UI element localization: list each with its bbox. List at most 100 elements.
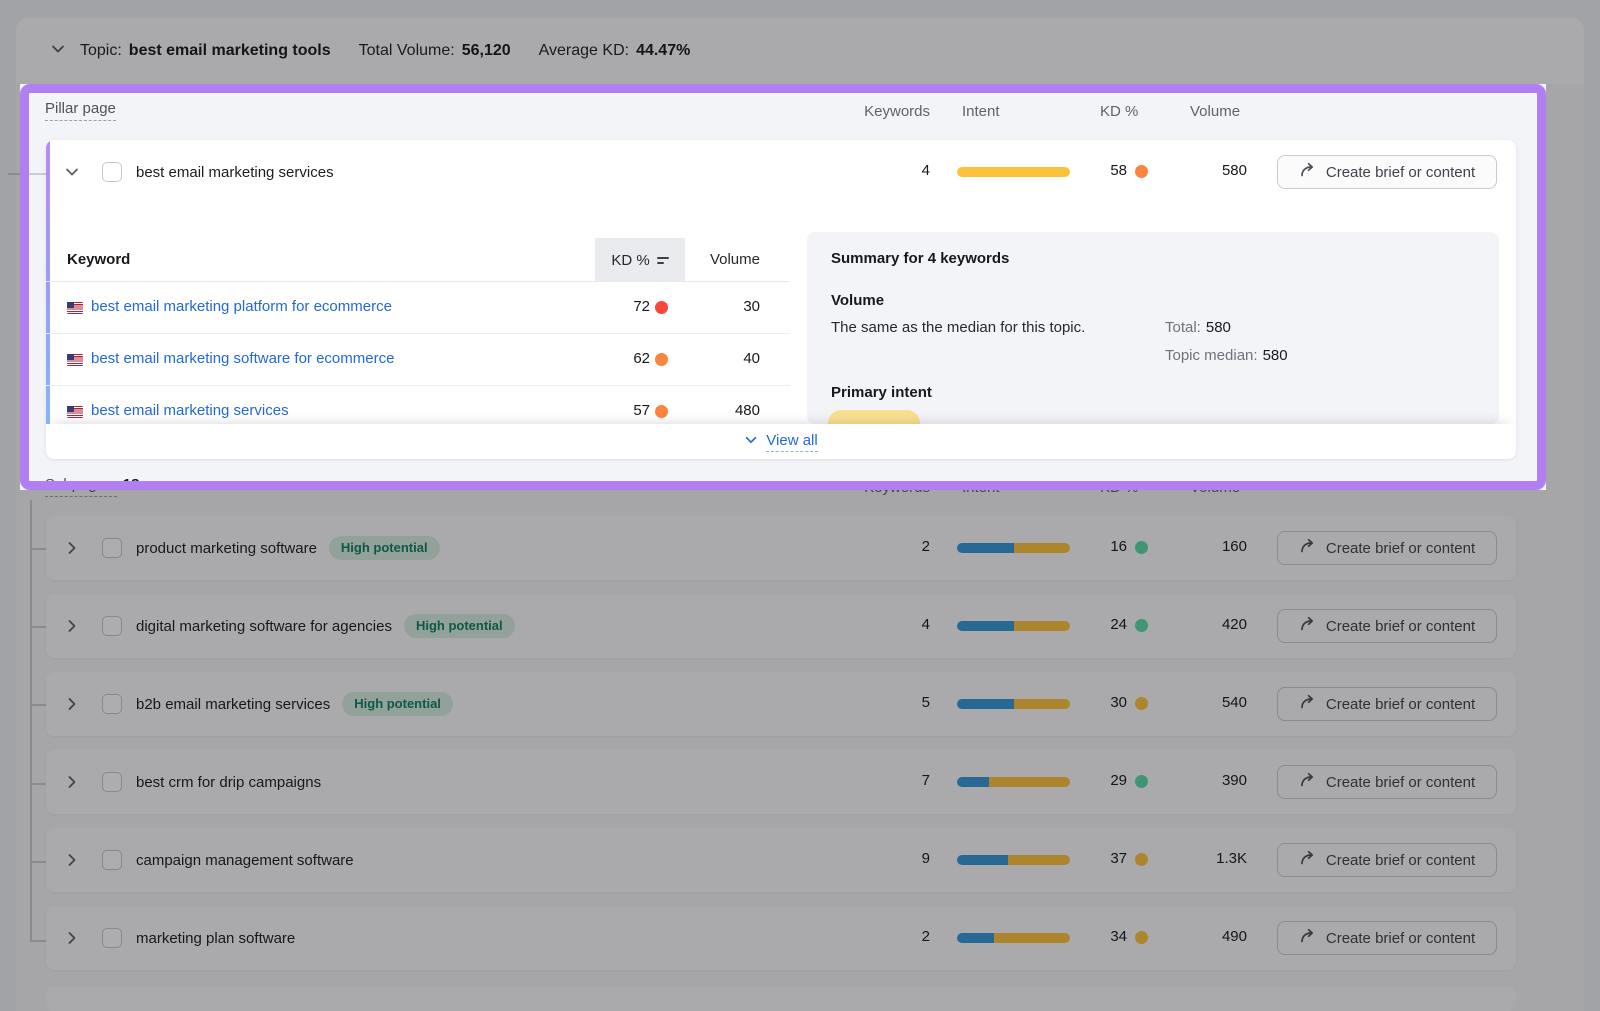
view-all-link[interactable]: View all (766, 432, 817, 452)
kd-difficulty-dot (655, 353, 668, 366)
average-kd-value: 44.47% (636, 42, 690, 60)
create-brief-button[interactable]: Create brief or content (1277, 609, 1497, 643)
kd-value: 34 (1046, 928, 1127, 945)
intent-informational-segment (957, 621, 1014, 631)
column-header-kd: KD % (1100, 103, 1138, 120)
kd-value: 62 (566, 350, 650, 367)
subpage-row: campaign management software High potent… (46, 828, 1516, 892)
subpage-row-title: b2b email marketing services (136, 696, 330, 713)
pillar-row: best email marketing services 4 58 580 C… (46, 140, 1516, 204)
summary-panel: Summary for 4 keywords Volume The same a… (807, 232, 1499, 424)
high-potential-badge: High potential (404, 614, 515, 638)
keyword-row: best email marketing software for ecomme… (46, 334, 790, 386)
row-checkbox[interactable] (102, 162, 122, 182)
summary-volume-heading: Volume (831, 292, 884, 309)
tree-connector (30, 548, 46, 550)
subpage-row: b2b email marketing services High potent… (46, 672, 1516, 736)
chevron-down-icon[interactable] (50, 41, 66, 62)
keywords-count: 5 (846, 694, 930, 711)
row-checkbox[interactable] (102, 850, 122, 870)
tree-connector (30, 940, 46, 942)
tree-connector (8, 173, 46, 175)
row-checkbox[interactable] (102, 616, 122, 636)
chevron-right-icon[interactable] (64, 696, 80, 712)
row-checkbox[interactable] (102, 928, 122, 948)
keywords-count: 2 (846, 928, 930, 945)
kd-value: 16 (1046, 538, 1127, 555)
create-brief-button-label: Create brief or content (1326, 618, 1475, 635)
subpages-label-group: Subpages:18 (45, 476, 139, 493)
volume-value: 30 (680, 298, 760, 315)
column-header-volume: Volume (1190, 103, 1240, 120)
subpages-label[interactable]: Subpages: (45, 476, 117, 497)
column-header-kd-sort[interactable]: KD % (595, 238, 685, 282)
intent-informational-segment (957, 543, 1014, 553)
topic-value: best email marketing tools (129, 42, 331, 60)
create-brief-button[interactable]: Create brief or content (1277, 155, 1497, 189)
pillar-row-title: best email marketing services (136, 164, 334, 181)
forward-arrow-icon (1299, 615, 1317, 637)
create-brief-button[interactable]: Create brief or content (1277, 843, 1497, 877)
volume-value: 40 (680, 350, 760, 367)
summary-intent-heading: Primary intent (831, 384, 932, 401)
column-header-keywords: Keywords (790, 103, 930, 120)
forward-arrow-icon (1299, 693, 1317, 715)
forward-arrow-icon (1299, 771, 1317, 793)
tree-connector (30, 626, 46, 628)
row-checkbox[interactable] (102, 538, 122, 558)
row-checkbox[interactable] (102, 772, 122, 792)
create-brief-button[interactable]: Create brief or content (1277, 531, 1497, 565)
chevron-right-icon[interactable] (64, 540, 80, 556)
create-brief-button[interactable]: Create brief or content (1277, 687, 1497, 721)
chevron-right-icon[interactable] (64, 930, 80, 946)
keyword-link[interactable]: best email marketing services (91, 402, 289, 419)
intent-badge (828, 410, 920, 424)
kd-value: 29 (1046, 772, 1127, 789)
high-potential-badge: High potential (342, 692, 453, 716)
column-header-volume: Volume (700, 251, 760, 268)
high-potential-badge: High potential (329, 536, 440, 560)
kd-value: 30 (1046, 694, 1127, 711)
us-flag-icon (67, 354, 83, 366)
create-brief-button-label: Create brief or content (1326, 930, 1475, 947)
volume-value: 480 (680, 402, 760, 419)
column-header-kd: KD % (1100, 479, 1138, 496)
tree-connector (30, 704, 46, 706)
keyword-table-header: Keyword KD % Volume (46, 238, 790, 282)
topic-header-bar: Topic: best email marketing tools Total … (16, 18, 1584, 84)
average-kd-label: Average KD: (539, 42, 629, 60)
column-header-volume: Volume (1190, 479, 1240, 496)
row-checkbox[interactable] (102, 694, 122, 714)
create-brief-button[interactable]: Create brief or content (1277, 765, 1497, 799)
subpage-row-title: marketing plan software (136, 930, 295, 947)
keyword-row: best email marketing platform for ecomme… (46, 282, 790, 334)
keywords-count: 4 (846, 162, 930, 179)
keyword-link[interactable]: best email marketing platform for ecomme… (91, 298, 392, 315)
create-brief-button-label: Create brief or content (1326, 696, 1475, 713)
volume-value: 490 (1147, 928, 1247, 945)
create-brief-button[interactable]: Create brief or content (1277, 921, 1497, 955)
next-subpage-row-partial (46, 986, 1516, 1011)
tree-connector (30, 500, 32, 940)
chevron-right-icon[interactable] (64, 852, 80, 868)
summary-title: Summary for 4 keywords (831, 250, 1009, 267)
tree-connector (30, 783, 46, 785)
keyword-link[interactable]: best email marketing software for ecomme… (91, 350, 394, 367)
pillar-page-label[interactable]: Pillar page (45, 100, 116, 121)
subpage-row: digital marketing software for agencies … (46, 594, 1516, 658)
intent-informational-segment (957, 699, 1014, 709)
kd-sort-label: KD % (611, 252, 649, 269)
keywords-count: 9 (846, 850, 930, 867)
kd-value: 24 (1046, 616, 1127, 633)
chevron-down-icon[interactable] (64, 164, 80, 180)
chevron-right-icon[interactable] (64, 774, 80, 790)
summary-median-value: 580 (1263, 347, 1288, 364)
volume-value: 160 (1147, 538, 1247, 555)
forward-arrow-icon (1299, 849, 1317, 871)
kd-value: 58 (1046, 162, 1127, 179)
pillar-page-card: best email marketing services 4 58 580 C… (46, 140, 1516, 459)
volume-value: 420 (1147, 616, 1247, 633)
subpage-row-title: digital marketing software for agencies (136, 618, 392, 635)
us-flag-icon (67, 302, 83, 314)
chevron-right-icon[interactable] (64, 618, 80, 634)
